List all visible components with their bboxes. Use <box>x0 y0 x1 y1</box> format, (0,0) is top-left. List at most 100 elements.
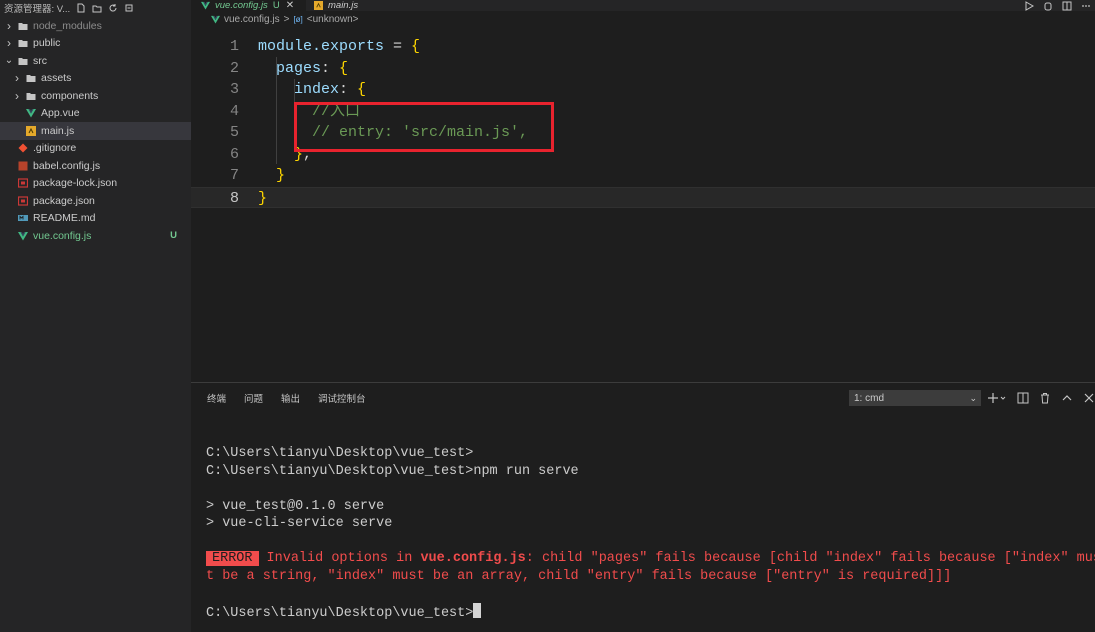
code-text: index: { <box>294 81 367 98</box>
panel-actions <box>987 390 1095 406</box>
tree-file[interactable]: main.js <box>0 122 191 140</box>
vue-file-icon <box>201 1 210 10</box>
vue-file-icon <box>18 231 28 241</box>
tree-folder[interactable]: › node_modules <box>0 17 191 35</box>
tree-file[interactable]: package.json <box>0 192 191 210</box>
error-badge: ERROR <box>206 551 259 566</box>
terminal-select-value: 1: cmd <box>854 392 885 404</box>
refresh-icon[interactable] <box>108 3 118 13</box>
untracked-badge: U <box>170 230 177 242</box>
more-actions-icon[interactable] <box>1081 1 1091 11</box>
line-number: 1 <box>229 38 239 55</box>
debug-icon[interactable] <box>1043 1 1053 11</box>
chevron-down-icon: ⌄ <box>969 392 977 403</box>
explorer-title: 资源管理器: V... <box>4 4 71 15</box>
explorer-header: 资源管理器: V... <box>0 0 191 16</box>
new-terminal-icon[interactable] <box>987 392 1007 404</box>
trash-icon[interactable] <box>1039 392 1051 404</box>
vue-file-icon <box>26 108 36 118</box>
tree-item-label: .gitignore <box>33 142 77 155</box>
tree-folder[interactable]: ⌄ src <box>0 52 191 70</box>
tab-close-icon[interactable]: ✕ <box>286 0 294 11</box>
chevron-down-icon: ⌄ <box>4 55 14 67</box>
tab-main-js[interactable]: main.js <box>308 0 378 11</box>
tree-item-label: babel.config.js <box>33 159 101 172</box>
tree-item-label: public <box>33 37 61 50</box>
tab-terminal[interactable]: 终端 <box>207 391 226 405</box>
run-icon[interactable] <box>1024 0 1034 11</box>
symbol-variable-icon: [ø] <box>293 14 303 24</box>
tree-file[interactable]: package-lock.json <box>0 175 191 193</box>
tree-file[interactable]: README.md <box>0 210 191 228</box>
tree-item-label: node_modules <box>33 19 102 32</box>
tab-untracked-badge: U <box>272 0 280 11</box>
npm-file-icon <box>18 178 28 188</box>
line-number: 5 <box>229 124 239 141</box>
code-line: 7 } <box>191 165 1095 187</box>
tree-folder[interactable]: › public <box>0 35 191 53</box>
error-text: Invalid options in <box>266 551 421 566</box>
folder-icon <box>26 91 36 101</box>
breadcrumb-separator: > <box>283 13 290 25</box>
code-text: module.exports = { <box>258 38 421 55</box>
tree-item-label: App.vue <box>41 107 80 120</box>
highlight-annotation-box <box>294 102 554 152</box>
folder-icon <box>18 21 28 31</box>
code-text: } <box>258 189 268 207</box>
terminal-output[interactable]: C:\Users\tianyu\Desktop\vue_test> C:\Use… <box>206 445 1095 621</box>
tree-file[interactable]: App.vue <box>0 105 191 123</box>
vue-file-icon <box>211 15 220 24</box>
code-line: 1 module.exports = { <box>191 36 1095 58</box>
tree-item-label: components <box>41 89 99 102</box>
markdown-file-icon <box>18 213 28 223</box>
terminal-select[interactable]: 1: cmd ⌄ <box>849 390 981 406</box>
explorer-sidebar: 资源管理器: V... › node_modules › public ⌄ src › ass… <box>0 0 191 632</box>
editor-tabs: vue.config.js U ✕ main.js <box>191 0 1095 11</box>
vscode-window: 资源管理器: V... › node_modules › public ⌄ src › ass… <box>0 0 1095 632</box>
npm-file-icon <box>18 196 28 206</box>
babel-file-icon <box>18 161 28 171</box>
breadcrumb-file[interactable]: vue.config.js <box>224 14 280 25</box>
tab-label: main.js <box>328 0 359 11</box>
tree-file[interactable]: .gitignore <box>0 140 191 158</box>
folder-icon <box>18 38 28 48</box>
file-tree: › node_modules › public ⌄ src › assets › componen… <box>0 17 191 245</box>
close-panel-icon[interactable] <box>1083 392 1095 404</box>
code-text: } <box>276 167 286 184</box>
line-number: 7 <box>229 167 239 184</box>
breadcrumb-symbol[interactable]: <unknown> <box>307 14 359 25</box>
error-file: vue.config.js <box>420 551 526 566</box>
editor-actions <box>1024 0 1091 11</box>
tab-output[interactable]: 输出 <box>281 391 300 405</box>
terminal-line: C:\Users\tianyu\Desktop\vue_test> <box>206 446 474 461</box>
maximize-panel-icon[interactable] <box>1061 392 1073 404</box>
chevron-right-icon: › <box>15 71 19 86</box>
new-folder-icon[interactable] <box>92 3 102 13</box>
folder-icon <box>18 56 28 66</box>
tab-vue-config[interactable]: vue.config.js U ✕ <box>191 0 306 11</box>
line-number: 3 <box>229 81 239 98</box>
editor-area: vue.config.js U ✕ main.js vue.config.js … <box>191 0 1095 382</box>
line-number: 8 <box>229 189 239 207</box>
terminal-prompt: C:\Users\tianyu\Desktop\vue_test> <box>206 605 474 621</box>
chevron-right-icon: › <box>15 88 19 103</box>
tree-file[interactable]: babel.config.js <box>0 157 191 175</box>
tree-item-label: package-lock.json <box>33 177 118 190</box>
tab-problems[interactable]: 问题 <box>244 391 263 405</box>
collapse-all-icon[interactable] <box>124 3 134 13</box>
tree-folder[interactable]: › components <box>0 87 191 105</box>
terminal-prompt-line: C:\Users\tianyu\Desktop\vue_test> <box>206 602 1092 621</box>
tree-item-label: assets <box>41 72 72 85</box>
bottom-panel: 终端 问题 输出 调试控制台 1: cmd ⌄ C:\Users\tianyu\… <box>191 382 1095 632</box>
tab-debug-console[interactable]: 调试控制台 <box>318 391 366 405</box>
new-file-icon[interactable] <box>76 3 86 13</box>
tree-file[interactable]: vue.config.js U <box>0 227 191 245</box>
folder-icon <box>26 73 36 83</box>
terminal-line: > vue_test@0.1.0 serve <box>206 498 385 514</box>
tree-folder[interactable]: › assets <box>0 70 191 88</box>
terminal-line: C:\Users\tianyu\Desktop\vue_test>npm run… <box>206 463 579 479</box>
split-terminal-icon[interactable] <box>1017 392 1029 404</box>
terminal-error-line: ERROR Invalid options in vue.config.js: c… <box>206 550 1095 568</box>
split-editor-icon[interactable] <box>1062 1 1072 11</box>
tab-label: vue.config.js <box>215 0 268 11</box>
